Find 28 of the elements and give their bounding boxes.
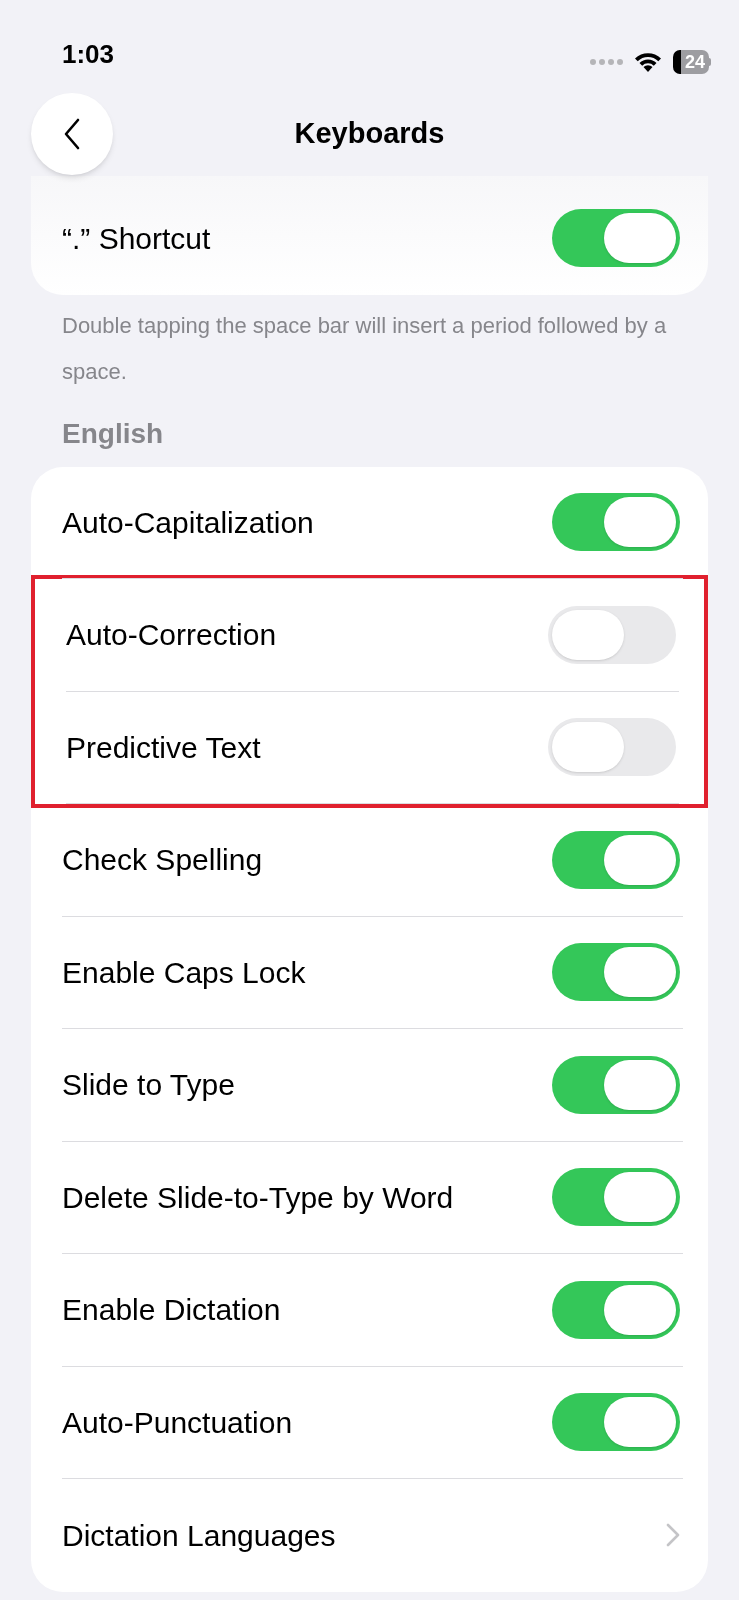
setting-label: Slide to Type (62, 1067, 235, 1104)
toggle-switch[interactable] (552, 1055, 680, 1114)
status-time: 1:03 (62, 38, 115, 71)
setting-label: Enable Dictation (62, 1292, 281, 1329)
toggle-switch[interactable] (552, 1280, 680, 1339)
battery-indicator: 24 (672, 50, 711, 74)
toggle-switch[interactable] (552, 209, 680, 268)
setting-label: Predictive Text (66, 729, 261, 766)
signal-dots-icon (588, 58, 623, 66)
section-header: English (62, 416, 165, 451)
setting-label: Auto-Punctuation (62, 1404, 293, 1441)
chevron-left-icon (63, 118, 81, 150)
toggle-switch[interactable] (552, 493, 680, 552)
setting-label: Auto-Capitalization (62, 504, 314, 541)
setting-label: “.” Shortcut (62, 220, 211, 257)
setting-label: Check Spelling (62, 842, 263, 879)
toggle-switch[interactable] (552, 1168, 680, 1227)
setting-label: Dictation Languages (62, 1517, 336, 1554)
footer-note: Double tapping the space bar will insert a period followed by a space. (62, 311, 668, 386)
toggle-switch[interactable] (552, 943, 680, 1002)
toggle-switch[interactable] (552, 1393, 680, 1452)
nav-title: Keyboards (294, 116, 445, 152)
wifi-icon (632, 51, 663, 73)
chevron-right-icon (666, 1523, 680, 1548)
setting-label: Auto-Correction (66, 617, 277, 654)
toggle-switch[interactable] (552, 830, 680, 889)
setting-label: Enable Caps Lock (62, 954, 306, 991)
setting-label: Delete Slide-to-Type by Word (62, 1179, 454, 1216)
